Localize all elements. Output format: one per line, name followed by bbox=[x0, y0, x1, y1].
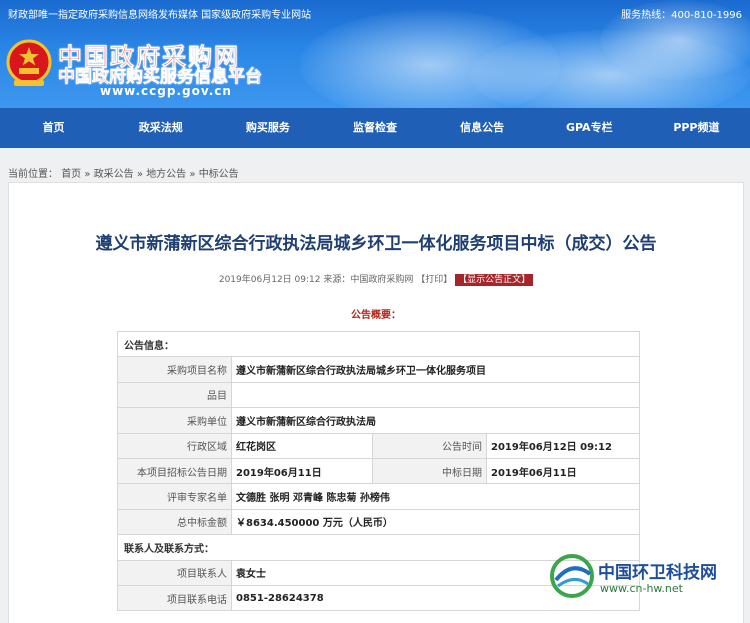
section-notice-info: 公告信息： bbox=[117, 330, 640, 358]
site-url: www.ccgp.gov.cn bbox=[100, 84, 232, 98]
table-row: 行政区域 红花岗区 公告时间 2019年06月12日 09:12 bbox=[117, 432, 640, 459]
nav-gpa[interactable]: GPA专栏 bbox=[536, 108, 643, 148]
breadcrumb-sep: » bbox=[84, 169, 91, 180]
nav-regulations[interactable]: 政采法规 bbox=[107, 108, 214, 148]
globe-logo-icon bbox=[550, 554, 594, 598]
publish-date: 2019年06月12日 09:12 bbox=[218, 275, 321, 285]
header-banner: 财政部唯一指定政府采购信息网络发布媒体 国家级政府采购专业网站 服务热线：400… bbox=[0, 0, 750, 108]
table-row: 总中标金额 ￥8634.450000 万元（人民币） bbox=[117, 508, 640, 536]
breadcrumb-local-announce[interactable]: 地方公告 bbox=[146, 169, 186, 180]
watermark: 中国环卫科技网 www.cn-hw.net bbox=[548, 552, 748, 604]
nav-ppp[interactable]: PPP频道 bbox=[643, 108, 750, 148]
cell-value: 遵义市新蒲新区综合行政执法局城乡环卫一体化服务项目 bbox=[231, 356, 640, 383]
cell-value: 2019年06月11日 bbox=[486, 457, 640, 485]
cell-label: 项目联系电话 bbox=[117, 584, 232, 612]
watermark-url: www.cn-hw.net bbox=[600, 582, 683, 595]
summary-heading: 公告概要： bbox=[351, 310, 401, 321]
cell-label: 品目 bbox=[117, 381, 232, 409]
breadcrumb-sep: » bbox=[189, 169, 196, 180]
breadcrumb-sep: » bbox=[136, 169, 143, 180]
cell-label: 采购项目名称 bbox=[117, 356, 232, 383]
article-title: 遵义市新蒲新区综合行政执法局城乡环卫一体化服务项目中标（成交）公告 bbox=[95, 234, 657, 254]
table-row: 评审专家名单 文德胜 张明 邓青峰 陈忠菊 孙榜伟 bbox=[117, 483, 640, 510]
cell-label: 总中标金额 bbox=[117, 508, 232, 536]
cell-label: 评审专家名单 bbox=[117, 483, 232, 510]
article-meta: 2019年06月12日 09:12 来源：中国政府采购网 【打印】 【显示公告正… bbox=[9, 272, 743, 286]
breadcrumb-gov-announce[interactable]: 政采公告 bbox=[94, 169, 134, 180]
article-source: 来源：中国政府采购网 bbox=[323, 275, 414, 285]
cell-value: 2019年06月12日 09:12 bbox=[486, 432, 640, 459]
cell-label: 中标日期 bbox=[372, 457, 487, 485]
nav-purchase-service[interactable]: 购买服务 bbox=[214, 108, 321, 148]
print-link[interactable]: 【打印】 bbox=[416, 275, 452, 285]
cell-label: 行政区域 bbox=[117, 432, 232, 459]
cell-value: 2019年06月11日 bbox=[231, 457, 373, 485]
cell-label: 本项目招标公告日期 bbox=[117, 457, 232, 485]
breadcrumb-home[interactable]: 首页 bbox=[61, 169, 81, 180]
breadcrumb-winning-announce[interactable]: 中标公告 bbox=[199, 169, 239, 180]
national-emblem-icon bbox=[6, 39, 52, 86]
nav-announcements[interactable]: 信息公告 bbox=[429, 108, 536, 148]
watermark-name: 中国环卫科技网 bbox=[598, 563, 717, 583]
header-tagline: 财政部唯一指定政府采购信息网络发布媒体 国家级政府采购专业网站 bbox=[8, 10, 312, 21]
cell-value: ￥8634.450000 万元（人民币） bbox=[231, 508, 640, 536]
main-nav: 首页 政采法规 购买服务 监督检查 信息公告 GPA专栏 PPP频道 bbox=[0, 108, 750, 148]
cell-label: 采购单位 bbox=[117, 407, 232, 434]
nav-supervision[interactable]: 监督检查 bbox=[321, 108, 428, 148]
table-row: 采购项目名称 遵义市新蒲新区综合行政执法局城乡环卫一体化服务项目 bbox=[117, 356, 640, 383]
table-row: 公告信息： bbox=[117, 330, 640, 358]
table-row: 本项目招标公告日期 2019年06月11日 中标日期 2019年06月11日 bbox=[117, 457, 640, 485]
cell-label: 项目联系人 bbox=[117, 559, 232, 586]
service-hotline: 服务热线：400-810-1996 bbox=[621, 10, 742, 21]
breadcrumb-prefix: 当前位置： bbox=[8, 169, 58, 180]
cell-label: 公告时间 bbox=[372, 432, 487, 459]
cell-value: 遵义市新蒲新区综合行政执法局 bbox=[231, 407, 640, 434]
table-row: 采购单位 遵义市新蒲新区综合行政执法局 bbox=[117, 407, 640, 434]
show-text-button[interactable]: 【显示公告正文】 bbox=[455, 274, 534, 286]
cell-value: 红花岗区 bbox=[231, 432, 373, 459]
table-row: 品目 bbox=[117, 381, 640, 409]
cell-value bbox=[231, 381, 640, 409]
cell-value: 文德胜 张明 邓青峰 陈忠菊 孙榜伟 bbox=[231, 483, 640, 510]
breadcrumb: 当前位置： 首页 » 政采公告 » 地方公告 » 中标公告 bbox=[8, 165, 239, 180]
nav-home[interactable]: 首页 bbox=[0, 108, 107, 148]
